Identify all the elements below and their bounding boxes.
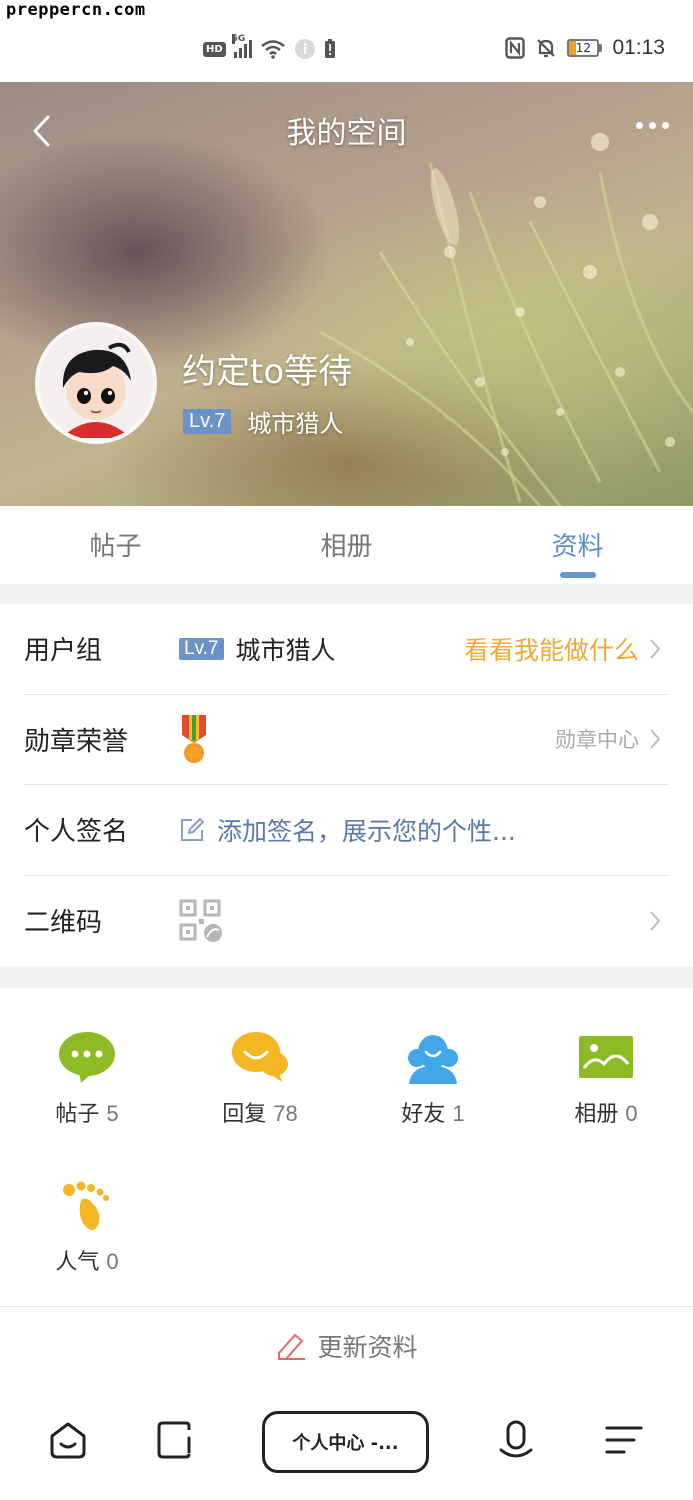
avatar-image xyxy=(39,326,153,440)
qrcode-row[interactable]: 二维码 xyxy=(24,876,669,967)
tab-album[interactable]: 相册 xyxy=(231,506,462,584)
hd-indicator: HD xyxy=(203,41,226,57)
more-icon[interactable] xyxy=(636,122,669,129)
wifi-icon xyxy=(260,40,285,59)
battery-alert-icon xyxy=(324,39,335,58)
reply-bubble-icon xyxy=(232,1032,288,1082)
battery-icon: 12 xyxy=(567,39,603,57)
footprint-icon xyxy=(63,1181,109,1231)
personal-center-tab[interactable]: 个人中心 -... xyxy=(262,1411,429,1473)
album-icon xyxy=(579,1036,633,1078)
profile-header: 我的空间 约定to等待 Lv.7 城市猎人 xyxy=(0,82,693,506)
medals-label: 勋章荣誉 xyxy=(24,726,129,757)
friends-icon xyxy=(408,1035,458,1084)
stat-friends-label: 好友 1 xyxy=(401,1101,465,1127)
stat-replies[interactable]: 回复 78 xyxy=(200,1030,320,1128)
stat-album[interactable]: 相册 0 xyxy=(546,1030,666,1128)
user-group-row[interactable]: 用户组 Lv.7 城市猎人 看看我能做什么 xyxy=(24,604,669,695)
stat-album-label: 相册 0 xyxy=(574,1101,638,1127)
medal-icon xyxy=(182,715,206,764)
square-icon[interactable] xyxy=(156,1420,196,1460)
bottom-navigation: 个人中心 -... xyxy=(0,1384,693,1500)
user-group-action[interactable]: 看看我能做什么 xyxy=(464,604,661,694)
menu-icon[interactable] xyxy=(604,1420,644,1460)
user-group-label: 用户组 xyxy=(24,636,103,667)
stat-posts[interactable]: 帖子 5 xyxy=(27,1030,147,1128)
mute-bell-icon xyxy=(537,39,556,58)
medals-value xyxy=(179,713,209,765)
qrcode-label: 二维码 xyxy=(24,908,103,939)
profile-tabs: 帖子 相册 资料 xyxy=(0,506,693,584)
home-icon[interactable] xyxy=(48,1420,88,1460)
level-row: Lv.7 城市猎人 xyxy=(183,404,343,439)
update-profile-label: 更新资料 xyxy=(317,1332,418,1362)
info-dot-icon xyxy=(294,39,315,59)
qrcode-value[interactable] xyxy=(179,899,223,943)
stat-posts-label: 帖子 5 xyxy=(55,1101,119,1127)
chat-bubble-icon xyxy=(59,1032,115,1083)
mic-icon[interactable] xyxy=(496,1420,536,1460)
level-badge: Lv.7 xyxy=(183,409,232,434)
signature-row[interactable]: 个人签名 添加签名，展示您的个性... xyxy=(24,785,669,876)
stat-friends[interactable]: 好友 1 xyxy=(373,1030,493,1128)
stat-popularity-label: 人气 0 xyxy=(55,1249,119,1275)
medal-center-link[interactable]: 勋章中心 xyxy=(555,724,639,754)
avatar[interactable] xyxy=(35,322,157,444)
chevron-right-icon xyxy=(650,911,661,931)
tab-profile[interactable]: 资料 xyxy=(462,506,693,584)
medal-center-action[interactable]: 勋章中心 xyxy=(555,695,661,785)
nfc-icon xyxy=(505,37,526,59)
signature-value[interactable]: 添加签名，展示您的个性... xyxy=(179,812,516,848)
edit-icon xyxy=(181,817,205,841)
what-can-i-do-link[interactable]: 看看我能做什么 xyxy=(464,631,639,667)
chevron-right-icon xyxy=(650,729,661,749)
stat-popularity[interactable]: 人气 0 xyxy=(27,1178,147,1276)
add-signature-prompt[interactable]: 添加签名，展示您的个性... xyxy=(217,812,516,848)
status-right: 12 01:13 xyxy=(505,36,665,60)
signal-icon: 5G xyxy=(231,34,252,58)
status-center: HD 5G xyxy=(203,34,336,60)
clock: 01:13 xyxy=(612,36,665,59)
watermark: preppercn.com xyxy=(6,0,146,20)
page: preppercn.com HD 5G 12 01:13 我的空间 约定to等待… xyxy=(0,0,693,1500)
user-group-text: 城市猎人 xyxy=(235,635,336,665)
stats-grid: 帖子 5 回复 78 好友 1 相册 0 人气 0 xyxy=(0,988,693,1306)
user-group-value: Lv.7 城市猎人 xyxy=(179,631,336,667)
chevron-right-icon xyxy=(650,639,661,659)
signature-label: 个人签名 xyxy=(24,817,129,848)
profile-info-card: 用户组 Lv.7 城市猎人 看看我能做什么 勋章荣誉 勋章中心 个人签名 添加签… xyxy=(0,604,693,966)
page-title: 我的空间 xyxy=(286,116,407,151)
qrcode-action[interactable] xyxy=(649,876,661,967)
stat-replies-label: 回复 78 xyxy=(222,1101,298,1127)
medals-row[interactable]: 勋章荣誉 勋章中心 xyxy=(24,695,669,785)
tab-posts[interactable]: 帖子 xyxy=(0,506,231,584)
level-badge: Lv.7 xyxy=(179,637,224,660)
pencil-icon xyxy=(278,1333,306,1360)
update-profile-button[interactable]: 更新资料 xyxy=(0,1306,693,1384)
qr-code-icon xyxy=(179,899,222,942)
status-bar: preppercn.com HD 5G 12 01:13 xyxy=(0,0,693,82)
username: 约定to等待 xyxy=(182,352,353,392)
user-group-name: 城市猎人 xyxy=(247,410,344,438)
